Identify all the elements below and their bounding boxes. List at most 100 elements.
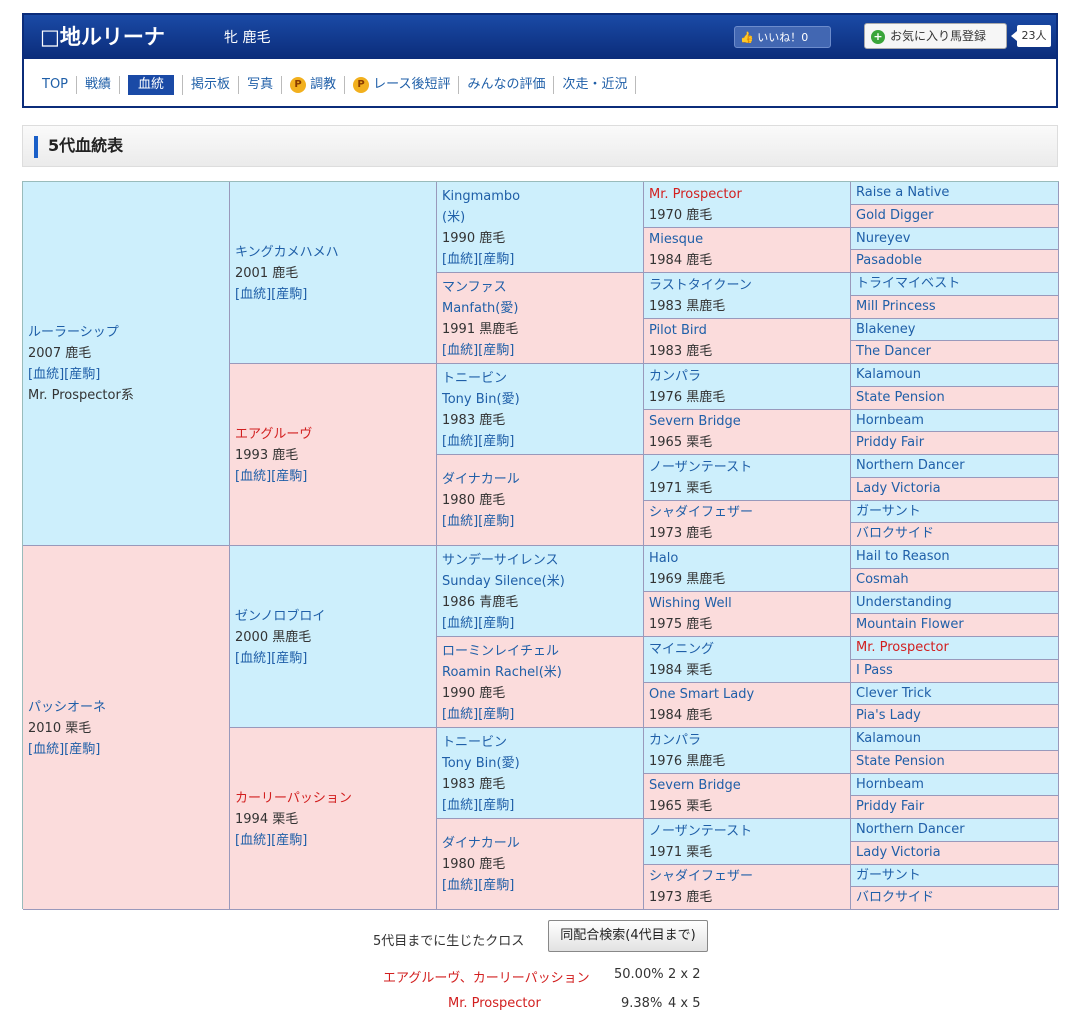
horse-name-link[interactable]: Pia's Lady <box>856 708 921 723</box>
pedigree-link[interactable]: [血統] <box>442 514 478 529</box>
tab-training[interactable]: P 調教 <box>282 76 346 94</box>
pedigree-link[interactable]: [血統] <box>28 367 64 382</box>
horse-name-link[interactable]: Cosmah <box>856 572 909 587</box>
horse-name-link[interactable]: Wishing Well <box>649 593 732 614</box>
horse-name-link[interactable]: ラストタイクーン <box>649 275 752 296</box>
offspring-link[interactable]: [産駒] <box>271 833 307 848</box>
horse-name-link[interactable]: カーリーパッション <box>235 788 352 809</box>
horse-name-link[interactable]: Halo <box>649 548 725 569</box>
offspring-link[interactable]: [産駒] <box>478 434 514 449</box>
tab-pedigree[interactable]: 血統 <box>120 75 184 95</box>
horse-name-link[interactable]: One Smart Lady <box>649 684 754 705</box>
horse-name-link[interactable]: マンファス <box>442 277 518 298</box>
horse-name-link[interactable]: ダイナカール <box>442 469 520 490</box>
horse-name-link[interactable]: ローミンレイチェル <box>442 641 562 662</box>
offspring-link[interactable]: [産駒] <box>64 367 100 382</box>
horse-name-link[interactable]: Hornbeam <box>856 777 924 792</box>
horse-name-link[interactable]: トライマイベスト <box>856 276 960 291</box>
horse-name-link[interactable]: Priddy Fair <box>856 799 924 814</box>
horse-name-link[interactable]: Manfath(愛) <box>442 298 518 319</box>
horse-name-link[interactable]: ダイナカール <box>442 833 520 854</box>
horse-name-link[interactable]: ガーサント <box>856 868 921 883</box>
horse-name-link[interactable]: Northern Dancer <box>856 458 965 473</box>
offspring-link[interactable]: [産駒] <box>271 469 307 484</box>
horse-name-link[interactable]: Miesque <box>649 229 712 250</box>
horse-name-link[interactable]: Raise a Native <box>856 185 949 200</box>
horse-name-link[interactable]: トニービン <box>442 368 520 389</box>
horse-name-link[interactable]: Mr. Prospector <box>649 184 742 205</box>
horse-name-link[interactable]: エアグルーヴ <box>235 424 312 445</box>
horse-name-link[interactable]: カンパラ <box>649 366 725 387</box>
tab-board[interactable]: 掲示板 <box>183 76 240 94</box>
horse-name-link[interactable]: Blakeney <box>856 322 916 337</box>
horse-name-link[interactable]: I Pass <box>856 663 893 678</box>
offspring-link[interactable]: [産駒] <box>478 798 514 813</box>
like-button[interactable]: 👍 いいね！0 <box>734 26 831 48</box>
horse-name-link[interactable]: Lady Victoria <box>856 481 941 496</box>
pedigree-link[interactable]: [血統] <box>235 469 271 484</box>
favorite-button[interactable]: + お気に入り馬登録 <box>864 23 1007 49</box>
offspring-link[interactable]: [産駒] <box>478 878 514 893</box>
horse-name-link[interactable]: State Pension <box>856 390 945 405</box>
horse-name-link[interactable]: Severn Bridge <box>649 775 741 796</box>
tab-ratings[interactable]: みんなの評価 <box>459 76 555 94</box>
tab-top[interactable]: TOP <box>40 76 78 94</box>
horse-name-link[interactable]: ガーサント <box>856 504 921 519</box>
horse-name-link[interactable]: トニービン <box>442 732 520 753</box>
horse-name-link[interactable]: バロクサイド <box>856 526 934 541</box>
horse-name-link[interactable]: Kalamoun <box>856 367 921 382</box>
horse-name-link[interactable]: The Dancer <box>856 344 931 359</box>
horse-name-link[interactable]: バロクサイド <box>856 890 934 905</box>
tab-photos[interactable]: 写真 <box>239 76 283 94</box>
offspring-link[interactable]: [産駒] <box>478 707 514 722</box>
horse-name-link[interactable]: カンパラ <box>649 730 725 751</box>
horse-name-link[interactable]: Lady Victoria <box>856 845 941 860</box>
pedigree-link[interactable]: [血統] <box>442 707 478 722</box>
offspring-link[interactable]: [産駒] <box>478 616 514 631</box>
cross-row-name[interactable]: Mr. Prospector <box>448 996 541 1011</box>
horse-name-link[interactable]: Tony Bin(愛) <box>442 753 520 774</box>
horse-name-link[interactable]: Hail to Reason <box>856 549 950 564</box>
horse-name-link[interactable]: Severn Bridge <box>649 411 741 432</box>
horse-name-link[interactable]: Mr. Prospector <box>856 640 949 655</box>
horse-name-link[interactable]: Mountain Flower <box>856 617 964 632</box>
horse-name-link[interactable]: シャダイフェザー <box>649 502 753 523</box>
pedigree-link[interactable]: [血統] <box>442 434 478 449</box>
horse-name-link[interactable]: Kingmambo <box>442 186 520 207</box>
horse-name-link[interactable]: Nureyev <box>856 231 910 246</box>
pedigree-link[interactable]: [血統] <box>235 833 271 848</box>
horse-name-link[interactable]: シャダイフェザー <box>649 866 753 887</box>
horse-name-link[interactable]: Priddy Fair <box>856 435 924 450</box>
horse-name-link[interactable]: ノーザンテースト <box>649 821 752 842</box>
horse-name-link[interactable]: Sunday Silence(米) <box>442 571 565 592</box>
horse-name-link[interactable]: マイニング <box>649 639 714 660</box>
pedigree-link[interactable]: [血統] <box>28 742 64 757</box>
same-mating-search-button[interactable]: 同配合検索(4代目まで) <box>548 920 708 952</box>
horse-name-link[interactable]: キングカメハメハ <box>235 242 339 263</box>
horse-name-link[interactable]: Hornbeam <box>856 413 924 428</box>
horse-name-link[interactable]: State Pension <box>856 754 945 769</box>
horse-name-link[interactable]: パッシオーネ <box>28 697 106 718</box>
horse-name-link[interactable]: ノーザンテースト <box>649 457 752 478</box>
tab-results[interactable]: 戦績 <box>77 76 121 94</box>
offspring-link[interactable]: [産駒] <box>478 514 514 529</box>
pedigree-link[interactable]: [血統] <box>442 343 478 358</box>
pedigree-link[interactable]: [血統] <box>235 287 271 302</box>
pedigree-link[interactable]: [血統] <box>442 878 478 893</box>
horse-name-link[interactable]: Northern Dancer <box>856 822 965 837</box>
horse-name-link[interactable]: サンデーサイレンス <box>442 550 565 571</box>
horse-name-link[interactable]: Roamin Rachel(米) <box>442 662 562 683</box>
pedigree-link[interactable]: [血統] <box>442 798 478 813</box>
horse-name-link[interactable]: Clever Trick <box>856 686 932 701</box>
horse-name-link[interactable]: Pilot Bird <box>649 320 712 341</box>
cross-row-name[interactable]: エアグルーヴ、カーリーパッション <box>383 967 590 986</box>
pedigree-link[interactable]: [血統] <box>442 252 478 267</box>
offspring-link[interactable]: [産駒] <box>64 742 100 757</box>
horse-name-link[interactable]: Gold Digger <box>856 208 934 223</box>
pedigree-link[interactable]: [血統] <box>235 651 271 666</box>
horse-name-link[interactable]: Mill Princess <box>856 299 936 314</box>
tab-next-race[interactable]: 次走・近況 <box>554 76 637 94</box>
horse-name-link[interactable]: ルーラーシップ <box>28 322 134 343</box>
tab-race-comments[interactable]: P レース後短評 <box>345 76 460 94</box>
offspring-link[interactable]: [産駒] <box>271 651 307 666</box>
